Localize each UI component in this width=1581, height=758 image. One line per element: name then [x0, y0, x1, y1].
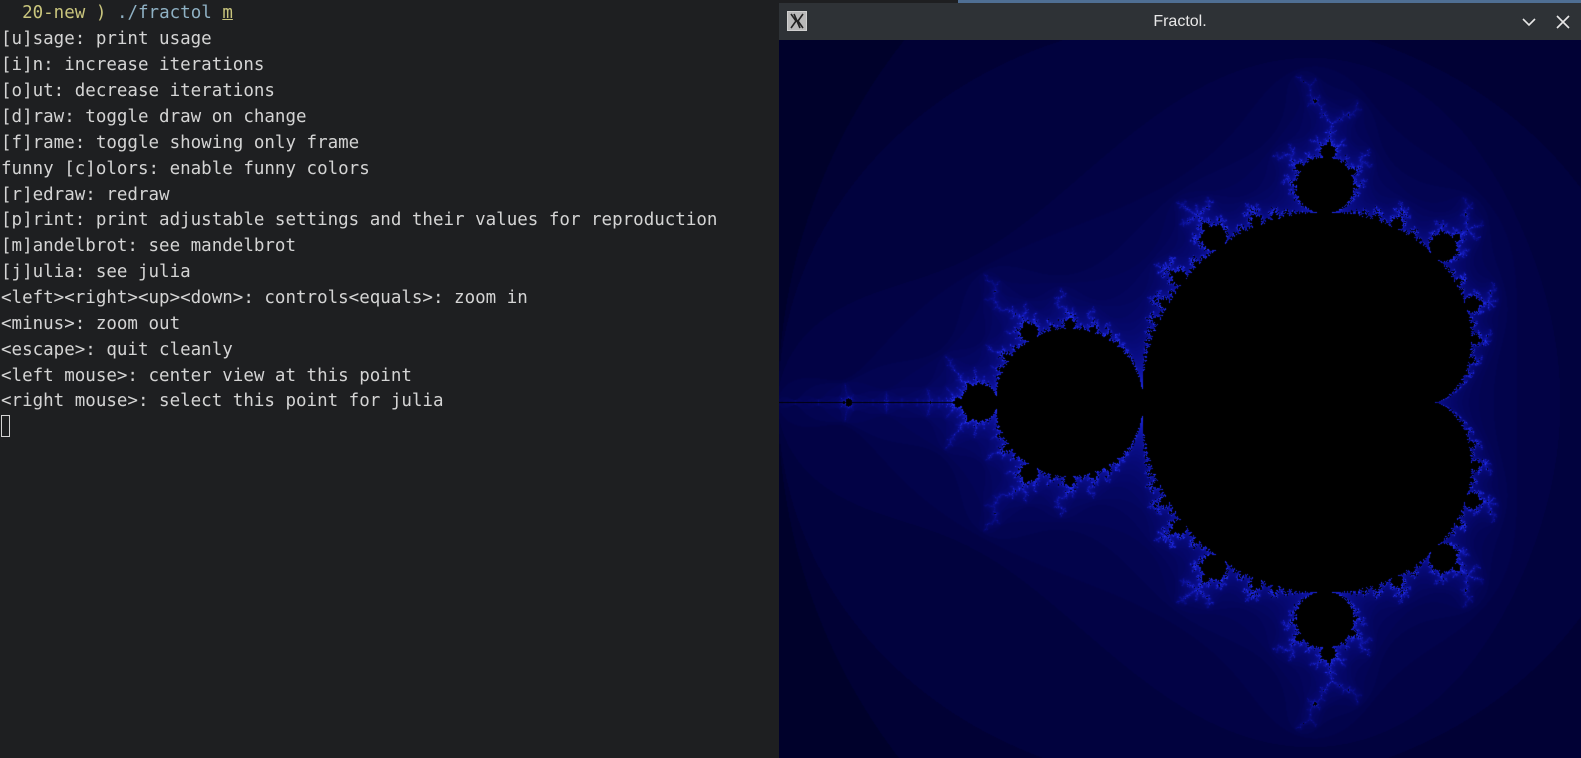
- output-line: <escape>: quit cleanly: [1, 340, 233, 360]
- output-line: [d]raw: toggle draw on change: [1, 107, 307, 127]
- prompt-separator: ): [95, 3, 107, 23]
- fractal-view[interactable]: [779, 40, 1581, 758]
- output-line: <left><right><up><down>: controls<equals…: [1, 288, 528, 308]
- shell-prompt: 20-new ) ./fractol m: [1, 1, 233, 27]
- output-line: [f]rame: toggle showing only frame: [1, 133, 360, 153]
- output-line: <left mouse>: center view at this point: [1, 366, 412, 386]
- prompt-argument: m: [222, 3, 233, 23]
- window-titlebar[interactable]: Fractol.: [779, 3, 1581, 40]
- output-line: [u]sage: print usage: [1, 29, 212, 49]
- prompt-command: ./fractol: [116, 3, 212, 23]
- output-line: [i]n: increase iterations: [1, 55, 265, 75]
- fractol-window[interactable]: Fractol.: [779, 3, 1581, 758]
- terminal-cursor: [1, 415, 10, 437]
- close-icon[interactable]: [1553, 12, 1573, 32]
- output-line: <minus>: zoom out: [1, 314, 181, 334]
- output-line: funny [c]olors: enable funny colors: [1, 159, 370, 179]
- output-line: [j]ulia: see julia: [1, 262, 191, 282]
- output-line: [o]ut: decrease iterations: [1, 81, 275, 101]
- prompt-directory: 20-new: [22, 3, 86, 23]
- output-line: [m]andelbrot: see mandelbrot: [1, 236, 297, 256]
- output-line: [p]rint: print adjustable settings and t…: [1, 210, 718, 230]
- output-line: <right mouse>: select this point for jul…: [1, 391, 444, 411]
- chevron-down-icon[interactable]: [1519, 12, 1539, 32]
- mandelbrot-render[interactable]: [779, 40, 1581, 758]
- terminal-window[interactable]: 20-new ) ./fractol m [u]sage: print usag…: [0, 0, 780, 758]
- output-line: [r]edraw: redraw: [1, 185, 170, 205]
- window-title: Fractol.: [1153, 13, 1207, 30]
